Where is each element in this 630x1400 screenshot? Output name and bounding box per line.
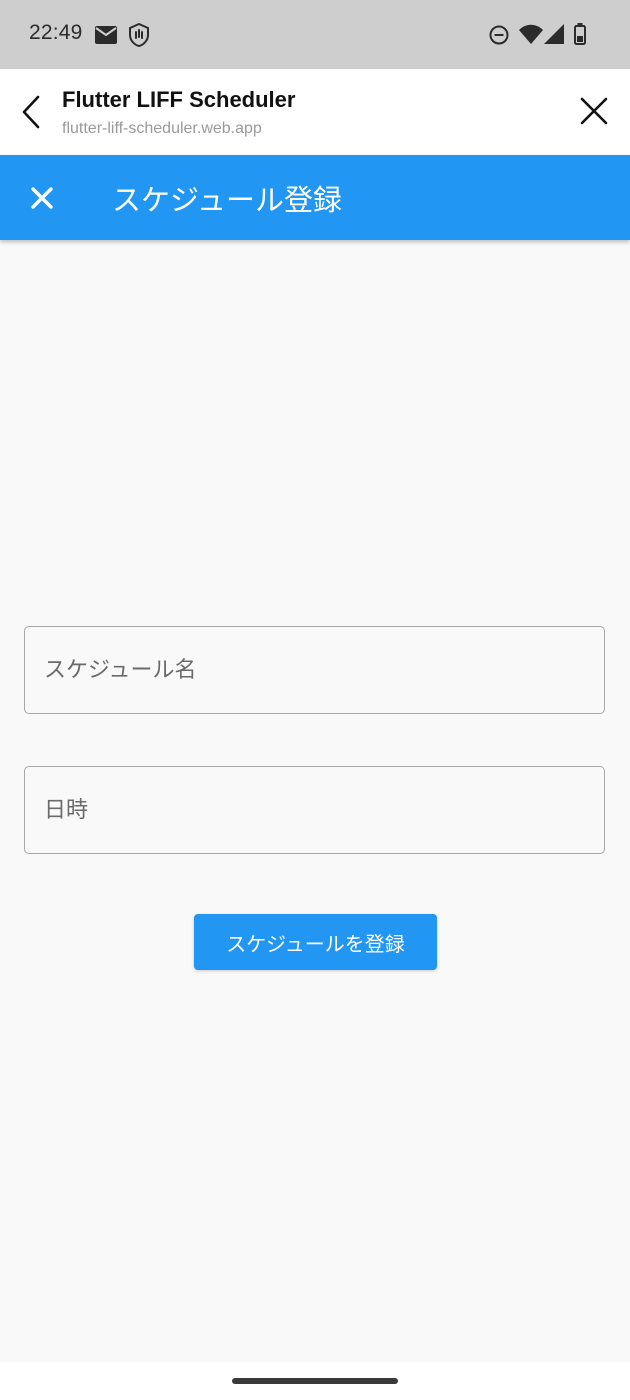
- system-nav-bar: [0, 1362, 630, 1400]
- schedule-name-input[interactable]: [25, 627, 604, 713]
- browser-header: Flutter LIFF Scheduler flutter-liff-sche…: [0, 69, 630, 155]
- mail-icon: [95, 26, 117, 44]
- app-bar: スケジュール登録: [0, 155, 630, 240]
- close-icon[interactable]: [24, 180, 60, 216]
- shield-hand-icon: [129, 23, 149, 47]
- status-time: 22:49: [29, 21, 83, 44]
- datetime-input[interactable]: [25, 767, 604, 853]
- page-title: スケジュール登録: [112, 183, 342, 217]
- datetime-field[interactable]: [24, 766, 605, 854]
- status-bar: 22:49: [0, 0, 630, 69]
- wifi-icon: [519, 24, 543, 44]
- home-indicator[interactable]: [232, 1378, 398, 1384]
- do-not-disturb-icon: [489, 25, 509, 45]
- browser-url: flutter-liff-scheduler.web.app: [62, 120, 262, 137]
- browser-title: Flutter LIFF Scheduler: [62, 87, 296, 112]
- close-icon[interactable]: [576, 93, 612, 129]
- register-schedule-button[interactable]: スケジュールを登録: [194, 914, 437, 970]
- cellular-icon: [544, 24, 564, 44]
- schedule-name-field[interactable]: [24, 626, 605, 714]
- battery-icon: [574, 23, 586, 45]
- back-chevron-icon[interactable]: [14, 91, 50, 133]
